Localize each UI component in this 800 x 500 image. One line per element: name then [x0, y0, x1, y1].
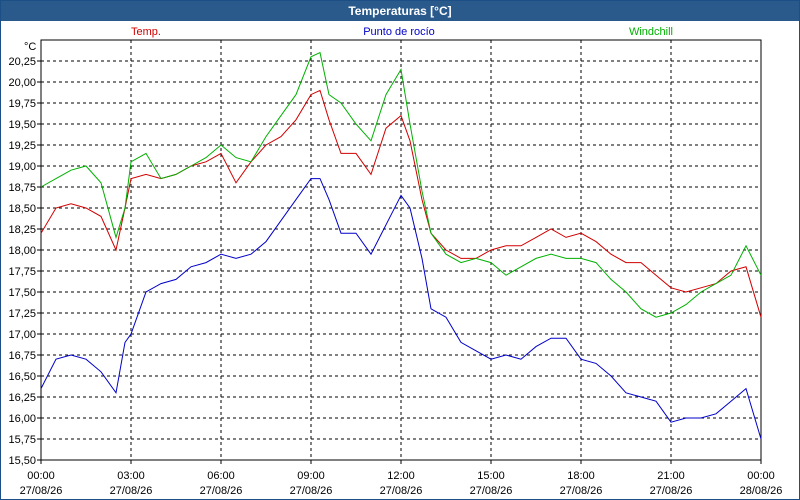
x-tick-date-label: 27/08/26	[650, 485, 693, 497]
legend-entry: Windchill	[629, 26, 673, 38]
y-tick-label: 19,25	[8, 140, 36, 152]
x-tick-time-label: 03:00	[117, 470, 145, 482]
y-axis: 15,50 15,75 16,00 16,25 16,50 16,75 17,00 17,25…	[8, 56, 41, 467]
y-tick-label: 16,25	[8, 392, 36, 404]
y-tick-label: 18,00	[8, 245, 36, 257]
x-tick-time-label: 00:00	[747, 470, 775, 482]
y-tick-label: 19,00	[8, 161, 36, 173]
x-tick-time-label: 09:00	[297, 470, 325, 482]
legend-entry: Punto de rocío	[363, 26, 435, 38]
x-tick-time-label: 21:00	[657, 470, 685, 482]
x-tick-time-label: 00:00	[27, 470, 55, 482]
x-tick-date-label: 27/08/26	[380, 485, 423, 497]
y-tick-label: 19,50	[8, 119, 36, 131]
y-tick-label: 18,25	[8, 224, 36, 236]
x-tick-time-label: 06:00	[207, 470, 235, 482]
x-tick-date-label: 27/08/26	[20, 485, 63, 497]
x-tick-date-label: 27/08/26	[560, 485, 603, 497]
y-tick-label: 15,75	[8, 434, 36, 446]
y-tick-label: 17,75	[8, 266, 36, 278]
y-tick-label: 17,00	[8, 329, 36, 341]
legend-entry: Temp.	[131, 26, 161, 38]
y-tick-label: 15,50	[8, 455, 36, 467]
y-axis-unit-label: °C	[24, 41, 36, 53]
y-tick-label: 16,50	[8, 371, 36, 383]
y-tick-label: 17,25	[8, 308, 36, 320]
x-tick-date-label: 27/08/26	[110, 485, 153, 497]
x-tick-time-label: 18:00	[567, 470, 595, 482]
y-tick-label: 17,50	[8, 287, 36, 299]
y-tick-label: 18,50	[8, 203, 36, 215]
x-tick-date-label: 28/08/26	[740, 485, 783, 497]
y-tick-label: 19,75	[8, 98, 36, 110]
grid-lines	[41, 40, 761, 460]
legend: Temp. Punto de rocío Windchill	[131, 26, 673, 38]
y-tick-label: 16,75	[8, 350, 36, 362]
chart-plot: 15,50 15,75 16,00 16,25 16,50 16,75 17,00 17,25…	[8, 26, 783, 497]
x-tick-date-label: 27/08/26	[470, 485, 513, 497]
x-tick-date-label: 27/08/26	[290, 485, 333, 497]
y-tick-label: 20,25	[8, 56, 36, 68]
x-tick-time-label: 15:00	[477, 470, 505, 482]
series-line-punto-de-roc-o	[40, 178, 762, 440]
y-tick-label: 18,75	[8, 182, 36, 194]
x-tick-date-label: 27/08/26	[200, 485, 243, 497]
y-tick-label: 20,00	[8, 77, 36, 89]
y-tick-label: 16,00	[8, 413, 36, 425]
x-tick-time-label: 12:00	[387, 470, 415, 482]
x-axis: 00:00 27/08/26 03:00 27/08/26 06:00 27/08/26 0…	[20, 460, 783, 497]
